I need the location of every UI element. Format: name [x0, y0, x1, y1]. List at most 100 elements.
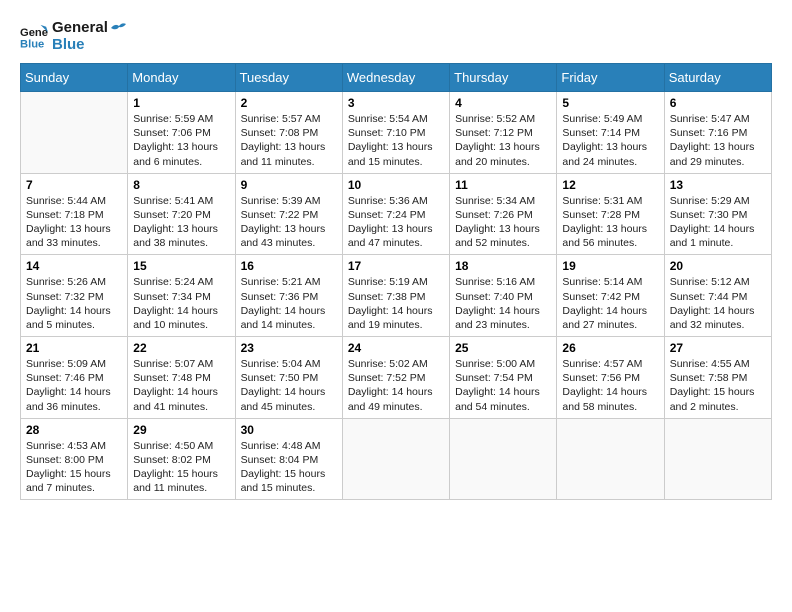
day-info: Sunrise: 5:26 AM Sunset: 7:32 PM Dayligh… — [26, 275, 122, 332]
weekday-header-sunday: Sunday — [21, 64, 128, 92]
calendar-cell: 30 Sunrise: 4:48 AM Sunset: 8:04 PM Dayli… — [235, 418, 342, 500]
day-number: 10 — [348, 178, 444, 192]
day-info: Sunrise: 4:57 AM Sunset: 7:56 PM Dayligh… — [562, 357, 658, 414]
weekday-header-thursday: Thursday — [450, 64, 557, 92]
weekday-header-wednesday: Wednesday — [342, 64, 449, 92]
calendar-cell — [21, 92, 128, 174]
day-number: 28 — [26, 423, 122, 437]
calendar-cell: 11 Sunrise: 5:34 AM Sunset: 7:26 PM Dayli… — [450, 173, 557, 255]
calendar-cell: 12Sunrise: 5:31 AM Sunset: 7:28 PM Dayli… — [557, 173, 664, 255]
calendar-cell: 7 Sunrise: 5:44 AM Sunset: 7:18 PM Daylig… — [21, 173, 128, 255]
day-number: 20 — [670, 259, 766, 273]
logo-line1: General — [52, 20, 127, 37]
day-number: 21 — [26, 341, 122, 355]
day-number: 2 — [241, 96, 337, 110]
day-info: Sunrise: 4:50 AM Sunset: 8:02 PM Dayligh… — [133, 439, 229, 496]
page-header: General Blue General Blue — [20, 20, 772, 53]
day-info: Sunrise: 5:57 AM Sunset: 7:08 PM Dayligh… — [241, 112, 337, 169]
calendar-cell: 22 Sunrise: 5:07 AM Sunset: 7:48 PM Dayli… — [128, 337, 235, 419]
day-number: 23 — [241, 341, 337, 355]
calendar-cell: 28Sunrise: 4:53 AM Sunset: 8:00 PM Dayli… — [21, 418, 128, 500]
calendar-week-row: 1 Sunrise: 5:59 AM Sunset: 7:06 PM Daylig… — [21, 92, 772, 174]
calendar-week-row: 14 Sunrise: 5:26 AM Sunset: 7:32 PM Dayli… — [21, 255, 772, 337]
day-number: 25 — [455, 341, 551, 355]
day-number: 5 — [562, 96, 658, 110]
day-number: 14 — [26, 259, 122, 273]
day-number: 7 — [26, 178, 122, 192]
weekday-header-monday: Monday — [128, 64, 235, 92]
day-info: Sunrise: 5:49 AM Sunset: 7:14 PM Dayligh… — [562, 112, 658, 169]
day-info: Sunrise: 5:00 AM Sunset: 7:54 PM Dayligh… — [455, 357, 551, 414]
calendar-cell: 18 Sunrise: 5:16 AM Sunset: 7:40 PM Dayli… — [450, 255, 557, 337]
calendar-week-row: 28Sunrise: 4:53 AM Sunset: 8:00 PM Dayli… — [21, 418, 772, 500]
calendar-cell: 1 Sunrise: 5:59 AM Sunset: 7:06 PM Daylig… — [128, 92, 235, 174]
day-number: 15 — [133, 259, 229, 273]
day-info: Sunrise: 5:44 AM Sunset: 7:18 PM Dayligh… — [26, 194, 122, 251]
logo-bird-icon — [109, 21, 127, 35]
day-number: 9 — [241, 178, 337, 192]
calendar-cell: 4Sunrise: 5:52 AM Sunset: 7:12 PM Daylig… — [450, 92, 557, 174]
day-number: 16 — [241, 259, 337, 273]
weekday-header-tuesday: Tuesday — [235, 64, 342, 92]
day-info: Sunrise: 5:16 AM Sunset: 7:40 PM Dayligh… — [455, 275, 551, 332]
day-info: Sunrise: 5:02 AM Sunset: 7:52 PM Dayligh… — [348, 357, 444, 414]
day-info: Sunrise: 5:54 AM Sunset: 7:10 PM Dayligh… — [348, 112, 444, 169]
day-info: Sunrise: 4:48 AM Sunset: 8:04 PM Dayligh… — [241, 439, 337, 496]
day-number: 13 — [670, 178, 766, 192]
day-info: Sunrise: 5:12 AM Sunset: 7:44 PM Dayligh… — [670, 275, 766, 332]
calendar-cell: 8 Sunrise: 5:41 AM Sunset: 7:20 PM Daylig… — [128, 173, 235, 255]
logo-line2: Blue — [52, 37, 127, 54]
calendar-cell — [342, 418, 449, 500]
day-info: Sunrise: 4:55 AM Sunset: 7:58 PM Dayligh… — [670, 357, 766, 414]
calendar-cell: 14 Sunrise: 5:26 AM Sunset: 7:32 PM Dayli… — [21, 255, 128, 337]
day-number: 17 — [348, 259, 444, 273]
calendar-cell: 2 Sunrise: 5:57 AM Sunset: 7:08 PM Daylig… — [235, 92, 342, 174]
calendar-cell: 26Sunrise: 4:57 AM Sunset: 7:56 PM Dayli… — [557, 337, 664, 419]
calendar-cell: 29Sunrise: 4:50 AM Sunset: 8:02 PM Dayli… — [128, 418, 235, 500]
day-info: Sunrise: 5:14 AM Sunset: 7:42 PM Dayligh… — [562, 275, 658, 332]
calendar-week-row: 21Sunrise: 5:09 AM Sunset: 7:46 PM Dayli… — [21, 337, 772, 419]
day-info: Sunrise: 5:29 AM Sunset: 7:30 PM Dayligh… — [670, 194, 766, 251]
calendar-cell: 3 Sunrise: 5:54 AM Sunset: 7:10 PM Daylig… — [342, 92, 449, 174]
day-info: Sunrise: 5:31 AM Sunset: 7:28 PM Dayligh… — [562, 194, 658, 251]
day-info: Sunrise: 5:39 AM Sunset: 7:22 PM Dayligh… — [241, 194, 337, 251]
calendar-cell: 9 Sunrise: 5:39 AM Sunset: 7:22 PM Daylig… — [235, 173, 342, 255]
weekday-header-friday: Friday — [557, 64, 664, 92]
calendar-cell: 5 Sunrise: 5:49 AM Sunset: 7:14 PM Daylig… — [557, 92, 664, 174]
day-info: Sunrise: 5:07 AM Sunset: 7:48 PM Dayligh… — [133, 357, 229, 414]
day-number: 22 — [133, 341, 229, 355]
calendar-cell: 24 Sunrise: 5:02 AM Sunset: 7:52 PM Dayli… — [342, 337, 449, 419]
day-number: 19 — [562, 259, 658, 273]
calendar-cell: 23 Sunrise: 5:04 AM Sunset: 7:50 PM Dayli… — [235, 337, 342, 419]
calendar-cell: 17Sunrise: 5:19 AM Sunset: 7:38 PM Dayli… — [342, 255, 449, 337]
weekday-header-row: SundayMondayTuesdayWednesdayThursdayFrid… — [21, 64, 772, 92]
day-info: Sunrise: 5:41 AM Sunset: 7:20 PM Dayligh… — [133, 194, 229, 251]
svg-text:Blue: Blue — [20, 38, 44, 50]
day-number: 24 — [348, 341, 444, 355]
day-info: Sunrise: 5:34 AM Sunset: 7:26 PM Dayligh… — [455, 194, 551, 251]
calendar-cell: 15Sunrise: 5:24 AM Sunset: 7:34 PM Dayli… — [128, 255, 235, 337]
calendar-cell — [664, 418, 771, 500]
day-number: 4 — [455, 96, 551, 110]
calendar-cell: 16 Sunrise: 5:21 AM Sunset: 7:36 PM Dayli… — [235, 255, 342, 337]
day-info: Sunrise: 5:59 AM Sunset: 7:06 PM Dayligh… — [133, 112, 229, 169]
calendar-cell — [557, 418, 664, 500]
calendar-week-row: 7 Sunrise: 5:44 AM Sunset: 7:18 PM Daylig… — [21, 173, 772, 255]
day-number: 30 — [241, 423, 337, 437]
day-info: Sunrise: 5:21 AM Sunset: 7:36 PM Dayligh… — [241, 275, 337, 332]
day-number: 3 — [348, 96, 444, 110]
day-info: Sunrise: 5:36 AM Sunset: 7:24 PM Dayligh… — [348, 194, 444, 251]
calendar-cell: 21Sunrise: 5:09 AM Sunset: 7:46 PM Dayli… — [21, 337, 128, 419]
calendar-cell — [450, 418, 557, 500]
day-number: 1 — [133, 96, 229, 110]
day-number: 27 — [670, 341, 766, 355]
day-info: Sunrise: 5:47 AM Sunset: 7:16 PM Dayligh… — [670, 112, 766, 169]
calendar-cell: 27 Sunrise: 4:55 AM Sunset: 7:58 PM Dayli… — [664, 337, 771, 419]
day-info: Sunrise: 5:04 AM Sunset: 7:50 PM Dayligh… — [241, 357, 337, 414]
day-number: 8 — [133, 178, 229, 192]
day-number: 11 — [455, 178, 551, 192]
svg-text:General: General — [20, 27, 48, 39]
day-number: 18 — [455, 259, 551, 273]
logo: General Blue General Blue — [20, 20, 127, 53]
weekday-header-saturday: Saturday — [664, 64, 771, 92]
